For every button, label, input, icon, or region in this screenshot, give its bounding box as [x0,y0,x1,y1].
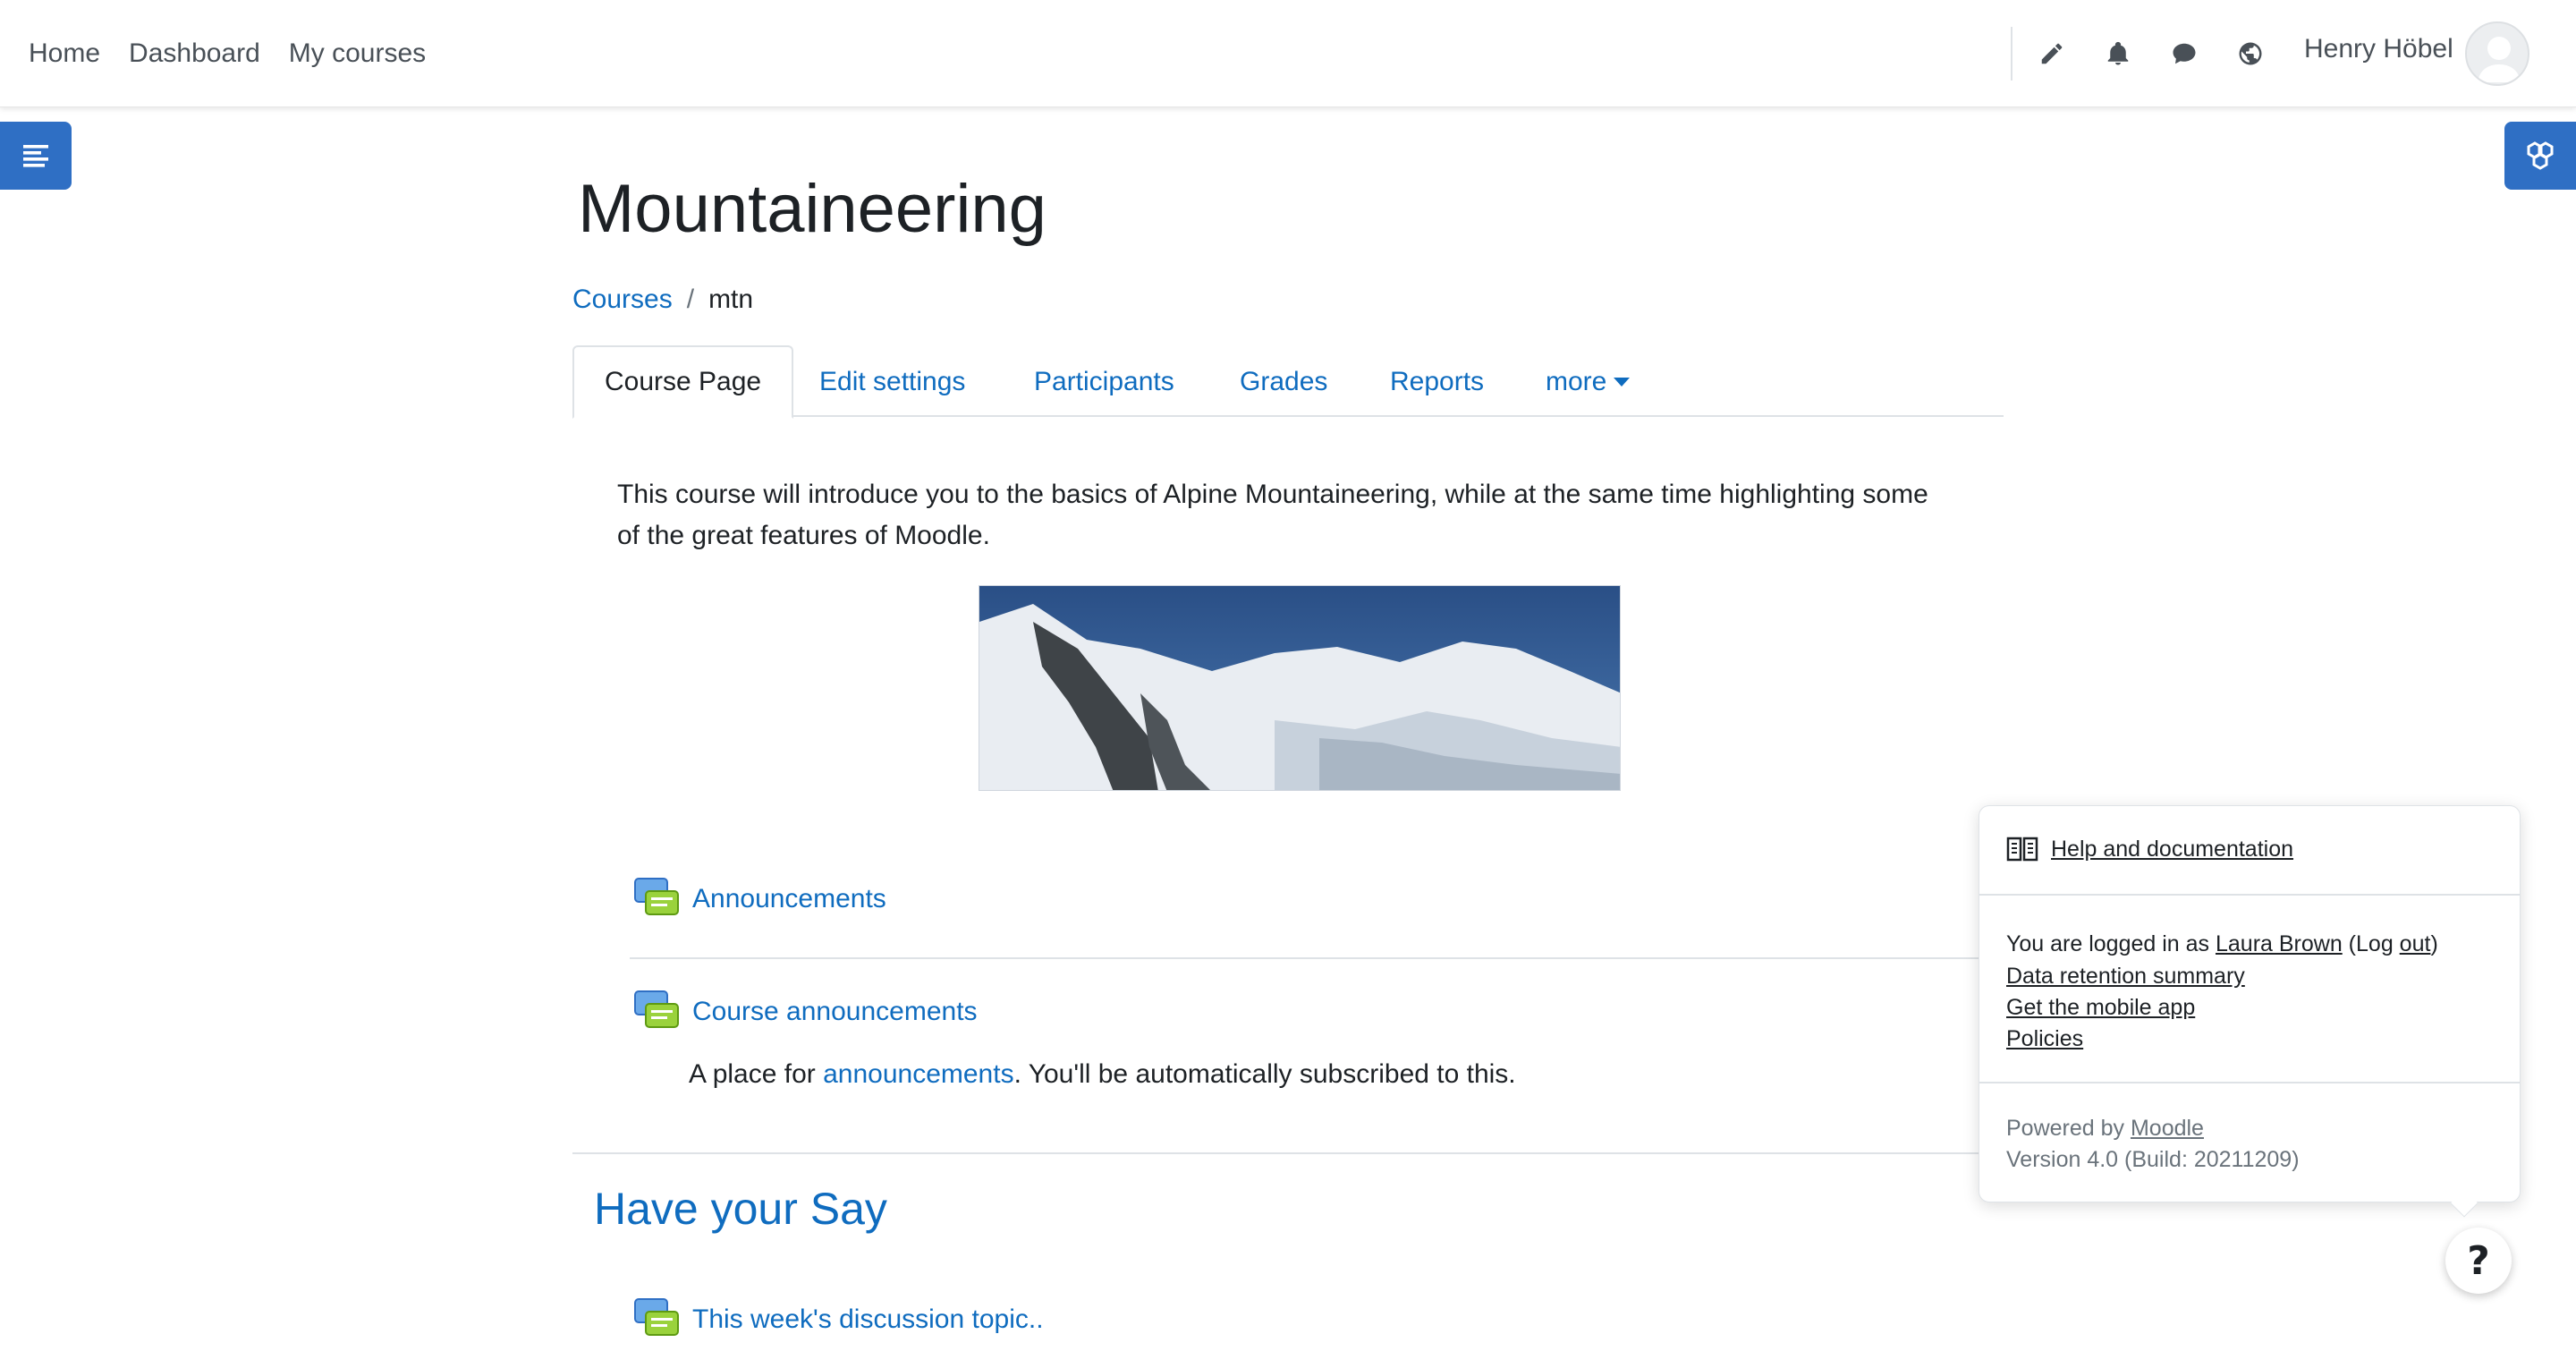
bell-icon[interactable] [2097,32,2140,75]
breadcrumb-separator: / [686,285,695,314]
globe-icon[interactable] [2229,32,2272,75]
logout-link[interactable]: out [2400,931,2431,956]
forum-icon [634,990,679,1028]
help-documentation-row[interactable]: Help and documentation [2006,835,2293,863]
tab-label: Edit settings [819,367,966,396]
forum-icon [634,878,679,915]
tab-course-page[interactable]: Course Page [572,345,794,419]
tab-more[interactable]: more [1546,345,1631,419]
policies-link[interactable]: Policies [2006,1026,2083,1051]
popover-powered-section: Powered by Moodle Version 4.0 (Build: 20… [1979,1083,2520,1202]
description-link[interactable]: announcements [823,1059,1014,1089]
logged-in-info: You are logged in as Laura Brown (Log ou… [2006,931,2438,957]
nav-my-courses[interactable]: My courses [289,38,426,69]
activity-description: A place for announcements. You'll be aut… [689,1059,1516,1090]
course-banner-image [979,585,1621,791]
popover-user-section: You are logged in as Laura Brown (Log ou… [1979,896,2520,1083]
page-title: Mountaineering [578,171,1046,247]
activity-course-announcements[interactable]: Course announcements [633,988,978,1036]
powered-by-text: Powered by [2006,1116,2131,1141]
breadcrumb: Courses / mtn [572,285,753,315]
chat-icon[interactable] [2163,32,2206,75]
nav-icon-group [2030,0,2272,107]
logout-text: (Log [2342,931,2400,956]
course-summary-line: This course will introduce you to the ba… [617,480,1928,509]
popover-help-section: Help and documentation [1979,806,2520,896]
user-menu-name[interactable]: Henry Höbel [2304,34,2453,64]
book-icon [2006,837,2038,862]
activity-link[interactable]: Announcements [692,884,886,914]
tab-label: more [1546,367,1607,396]
footer-popover: Help and documentation You are logged in… [1979,805,2521,1202]
logged-in-text: You are logged in as [2006,931,2216,956]
nav-dashboard[interactable]: Dashboard [129,38,260,69]
help-documentation-link[interactable]: Help and documentation [2051,837,2293,862]
list-icon [23,145,48,167]
powered-by: Powered by Moodle [2006,1116,2204,1142]
activity-announcements[interactable]: Announcements [633,875,886,923]
activity-discussion-topic[interactable]: This week's discussion topic.. [633,1296,1044,1344]
tab-grades[interactable]: Grades [1240,345,1327,419]
description-text: A place for [689,1059,824,1089]
tab-reports[interactable]: Reports [1390,345,1484,419]
section-divider [572,1152,1986,1154]
tab-participants[interactable]: Participants [1034,345,1174,419]
logged-in-user-link[interactable]: Laura Brown [2216,931,2343,956]
tab-label: Grades [1240,367,1328,396]
version-text: Version 4.0 (Build: 20211209) [2006,1147,2300,1172]
top-navbar: Home Dashboard My courses Henry Höbel [0,0,2576,107]
course-summary-line: of the great features of Moodle. [617,521,990,550]
description-text: . You'll be automatically subscribed to … [1013,1059,1516,1089]
secondary-navigation: Course Page Edit settings Participants G… [572,345,2004,419]
caret-down-icon [1614,378,1631,387]
mobile-app-link[interactable]: Get the mobile app [2006,995,2195,1020]
tab-edit-settings[interactable]: Edit settings [819,345,965,419]
pencil-icon[interactable] [2030,32,2073,75]
divider [630,957,1980,959]
primary-navigation: Home Dashboard My courses [29,0,426,107]
breadcrumb-current: mtn [708,285,754,314]
footer-help-button[interactable]: ? [2445,1228,2512,1294]
tab-label: Reports [1390,367,1485,396]
data-retention-link[interactable]: Data retention summary [2006,964,2245,989]
logout-close: ) [2430,931,2438,956]
nav-home[interactable]: Home [29,38,100,69]
breadcrumb-courses[interactable]: Courses [572,285,673,315]
forum-icon [634,1298,679,1336]
activity-link[interactable]: Course announcements [692,997,978,1027]
course-index-toggle[interactable] [0,122,72,190]
blocks-icon [2527,141,2554,170]
moodle-link[interactable]: Moodle [2131,1116,2204,1141]
block-drawer-toggle[interactable] [2504,122,2576,190]
tab-label: Course Page [605,367,762,396]
tab-label: Participants [1034,367,1174,396]
nav-divider [2011,27,2012,81]
section-title[interactable]: Have your Say [594,1183,887,1235]
activity-link[interactable]: This week's discussion topic.. [692,1304,1044,1335]
avatar[interactable] [2465,21,2529,86]
course-summary: This course will introduce you to the ba… [617,474,1995,557]
